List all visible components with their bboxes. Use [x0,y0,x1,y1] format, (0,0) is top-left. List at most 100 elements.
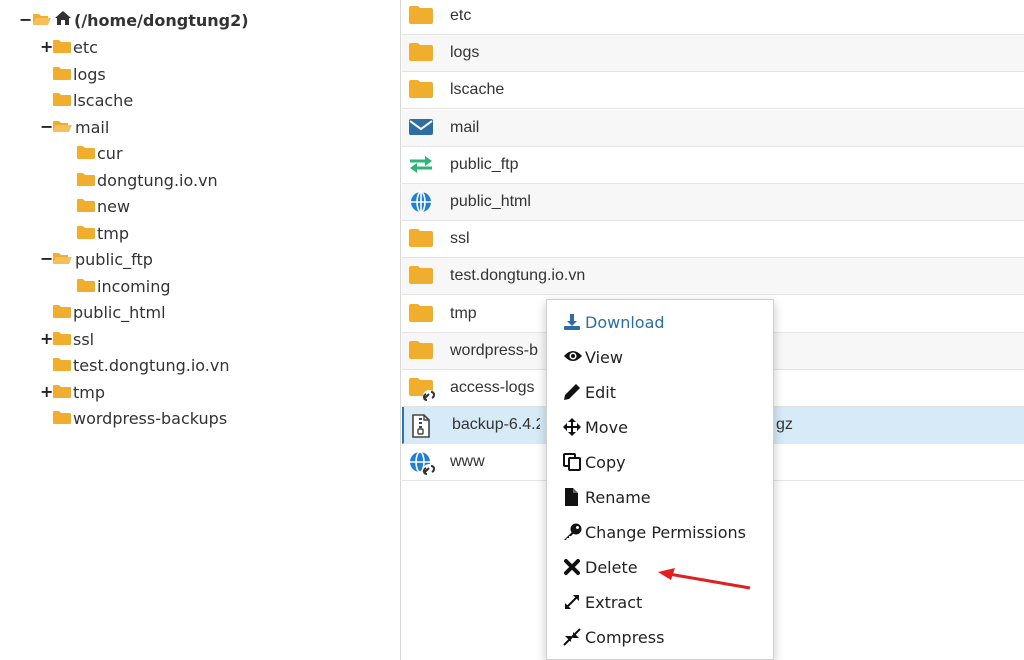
eye-icon [563,348,583,366]
menu-item-rename[interactable]: Rename [563,485,651,509]
menu-item-label: Copy [585,452,626,472]
archive-file-icon [410,414,436,438]
folder-icon [408,42,434,64]
menu-item-copy[interactable]: Copy [563,450,626,474]
file-row[interactable]: logs [402,35,1024,73]
tree-node-label: logs [73,64,106,84]
folder-icon [53,383,71,402]
collapse-toggle[interactable]: − [40,251,53,267]
folder-icon [53,356,71,375]
tree-node-label: incoming [97,276,171,296]
menu-item-edit[interactable]: Edit [563,380,616,404]
tree-node[interactable]: − mail [40,115,109,139]
folder-icon [408,340,434,362]
file-name: wordpress-ba [450,341,538,359]
tree-root-label: (/home/dongtung2) [74,10,249,30]
folder-open-icon [53,250,73,269]
menu-item-compress[interactable]: Compress [563,625,664,649]
file-name: etc [450,7,472,24]
folder-icon [53,65,71,84]
tree-node-label: tmp [73,382,106,402]
directory-tree: − (/home/dongtung2) + etc logs lscache − mail… [0,0,401,660]
tree-node[interactable]: wordpress-backups [53,406,227,430]
folder-open-icon [53,118,73,137]
tree-node[interactable]: tmp [77,221,129,245]
tree-node[interactable]: dongtung.io.vn [77,168,218,192]
menu-item-delete[interactable]: Delete [563,555,638,579]
file-row[interactable]: lscache [402,72,1024,110]
folder-icon [408,265,434,287]
tree-node[interactable]: test.dongtung.io.vn [53,353,230,377]
folder-icon [408,303,434,325]
folder-link-icon [408,377,436,402]
copy-icon [563,453,583,471]
download-icon [563,313,583,331]
file-row[interactable]: mail [402,109,1024,147]
folder-icon [408,5,434,27]
folder-icon [77,197,95,216]
file-name: backup-6.4.2 [452,416,540,434]
tree-node-label: cur [97,143,123,163]
times-icon [563,558,583,576]
file-row[interactable]: public_html [402,184,1024,221]
transfer-arrows-icon [408,154,434,176]
file-row[interactable]: etc [402,0,1024,35]
home-icon [54,10,72,30]
tree-node[interactable]: + etc [40,35,98,59]
move-arrows-icon [563,418,583,436]
tree-node[interactable]: incoming [77,274,171,298]
file-row[interactable]: ssl [402,221,1024,259]
menu-item-download[interactable]: Download [563,310,665,334]
menu-item-extract[interactable]: Extract [563,590,642,614]
pencil-icon [563,383,583,401]
file-name: logs [450,44,480,62]
expand-icon [563,593,583,611]
expand-toggle[interactable]: + [40,39,53,55]
file-icon [563,488,583,506]
tree-node-label: public_ftp [75,249,153,269]
tree-node-label: etc [73,37,98,57]
menu-item-change-permissions[interactable]: Change Permissions [563,520,746,544]
tree-node-label: mail [75,117,110,137]
collapse-toggle[interactable]: − [40,119,53,135]
menu-item-label: Rename [585,487,651,507]
menu-item-move[interactable]: Move [563,415,628,439]
folder-icon [53,330,71,349]
file-name: public_html [450,193,531,210]
tree-node[interactable]: + tmp [40,380,105,404]
tree-node[interactable]: new [77,194,130,218]
folder-icon [408,79,434,101]
tree-node-label: new [97,196,131,216]
collapse-toggle[interactable]: − [19,12,32,28]
folder-icon [77,171,95,190]
folder-icon [53,91,71,110]
file-name: www [450,453,485,471]
expand-toggle[interactable]: + [40,384,53,400]
compress-icon [563,628,583,646]
tree-node-label: test.dongtung.io.vn [73,355,230,375]
globe-icon [408,191,434,213]
tree-node[interactable]: public_html [53,300,166,324]
tree-node[interactable]: − public_ftp [40,247,153,271]
annotation-arrow-icon [658,568,751,590]
file-name: mail [450,118,480,136]
folder-icon [77,144,95,163]
envelope-icon [408,117,434,139]
tree-node[interactable]: cur [77,141,123,165]
menu-item-label: Move [585,417,628,437]
file-name: public_ftp [450,155,519,173]
tree-node-label: tmp [97,223,130,243]
menu-item-view[interactable]: View [563,345,623,369]
folder-icon [53,38,71,57]
file-row[interactable]: public_ftp [402,147,1024,184]
file-name: tmp [450,304,477,322]
tree-node[interactable]: + ssl [40,327,94,351]
tree-node[interactable]: logs [53,62,106,86]
tree-root[interactable]: − (/home/dongtung2) [19,8,249,32]
folder-icon [53,409,71,428]
file-name: test.dongtung.io.vn [450,267,586,285]
expand-toggle[interactable]: + [40,331,53,347]
tree-node[interactable]: lscache [53,88,133,112]
menu-item-label: Change Permissions [585,522,746,542]
file-row[interactable]: test.dongtung.io.vn [402,258,1024,296]
